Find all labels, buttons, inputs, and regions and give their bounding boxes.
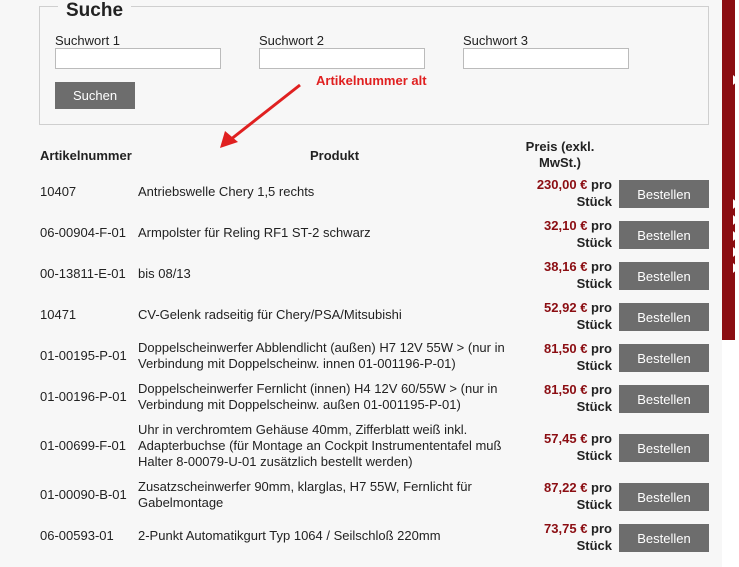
sidebar-bullet-icon	[733, 75, 739, 85]
product-name: bis 08/13	[138, 266, 191, 281]
article-number: 01-00699-F-01	[40, 438, 126, 453]
sidebar-bullet-icon	[733, 199, 739, 209]
order-button[interactable]: Bestellen	[619, 483, 709, 511]
header-article: Artikelnummer	[40, 148, 132, 163]
article-number: 01-00196-P-01	[40, 389, 127, 404]
sidebar-bullet-icon	[733, 247, 739, 257]
price-amount: 32,10 €	[544, 218, 588, 233]
price-amount: 81,50 €	[544, 382, 588, 397]
price-cell: 38,16 € pro Stück	[520, 258, 612, 292]
sidebar-bullet-icon	[733, 231, 739, 241]
header-product: Produkt	[310, 148, 360, 163]
product-name: Antriebswelle Chery 1,5 rechts	[138, 184, 315, 199]
product-name: Doppelscheinwerfer Fernlicht (innen) H4 …	[138, 381, 498, 412]
product-name: Uhr in verchromtem Gehäuse 40mm, Zifferb…	[138, 422, 502, 469]
sidebar-bullet-icon	[733, 263, 739, 273]
price-amount: 38,16 €	[544, 259, 588, 274]
article-number: 06-00904-F-01	[40, 225, 126, 240]
order-button[interactable]: Bestellen	[619, 344, 709, 372]
order-button[interactable]: Bestellen	[619, 221, 709, 249]
price-cell: 81,50 € pro Stück	[520, 340, 612, 374]
price-cell: 87,22 € pro Stück	[520, 479, 612, 513]
order-button[interactable]: Bestellen	[619, 385, 709, 413]
order-button[interactable]: Bestellen	[619, 434, 709, 462]
main-content: Suche Suchwort 1 Suchwort 2 Suchwort 3 S…	[0, 0, 722, 567]
product-name: Armpolster für Reling RF1 ST-2 schwarz	[138, 225, 371, 240]
price-amount: 52,92 €	[544, 300, 588, 315]
order-button[interactable]: Bestellen	[619, 262, 709, 290]
product-name: 2-Punkt Automatikgurt Typ 1064 / Seilsch…	[138, 528, 441, 543]
sidebar	[722, 0, 739, 340]
sidebar-panel	[735, 0, 739, 340]
article-number: 01-00195-P-01	[40, 348, 127, 363]
product-name: Doppelscheinwerfer Abblendlicht (außen) …	[138, 340, 505, 371]
order-button[interactable]: Bestellen	[619, 524, 709, 552]
price-amount: 57,45 €	[544, 431, 588, 446]
price-amount: 87,22 €	[544, 480, 588, 495]
price-cell: 57,45 € pro Stück	[520, 430, 612, 464]
article-number: 10471	[40, 307, 77, 322]
article-number: 00-13811-E-01	[40, 266, 126, 281]
price-cell: 32,10 € pro Stück	[520, 217, 612, 251]
sidebar-bullet-icon	[733, 215, 739, 225]
price-amount: 230,00 €	[536, 177, 588, 192]
header-price: Preis (exkl. MwSt.)	[525, 139, 595, 170]
order-button[interactable]: Bestellen	[619, 180, 709, 208]
price-cell: 52,92 € pro Stück	[520, 299, 612, 333]
price-cell: 81,50 € pro Stück	[520, 381, 612, 415]
price-cell: 73,75 € pro Stück	[520, 520, 612, 554]
article-number: 10407	[40, 184, 77, 199]
price-amount: 73,75 €	[544, 521, 588, 536]
product-name: CV-Gelenk radseitig für Chery/PSA/Mitsub…	[138, 307, 402, 322]
product-name: Zusatzscheinwerfer 90mm, klarglas, H7 55…	[138, 479, 472, 510]
article-number: 01-00090-B-01	[40, 487, 127, 502]
article-number: 06-00593-01	[40, 528, 114, 543]
order-button[interactable]: Bestellen	[619, 303, 709, 331]
price-amount: 81,50 €	[544, 341, 588, 356]
price-cell: 230,00 € pro Stück	[520, 176, 612, 210]
